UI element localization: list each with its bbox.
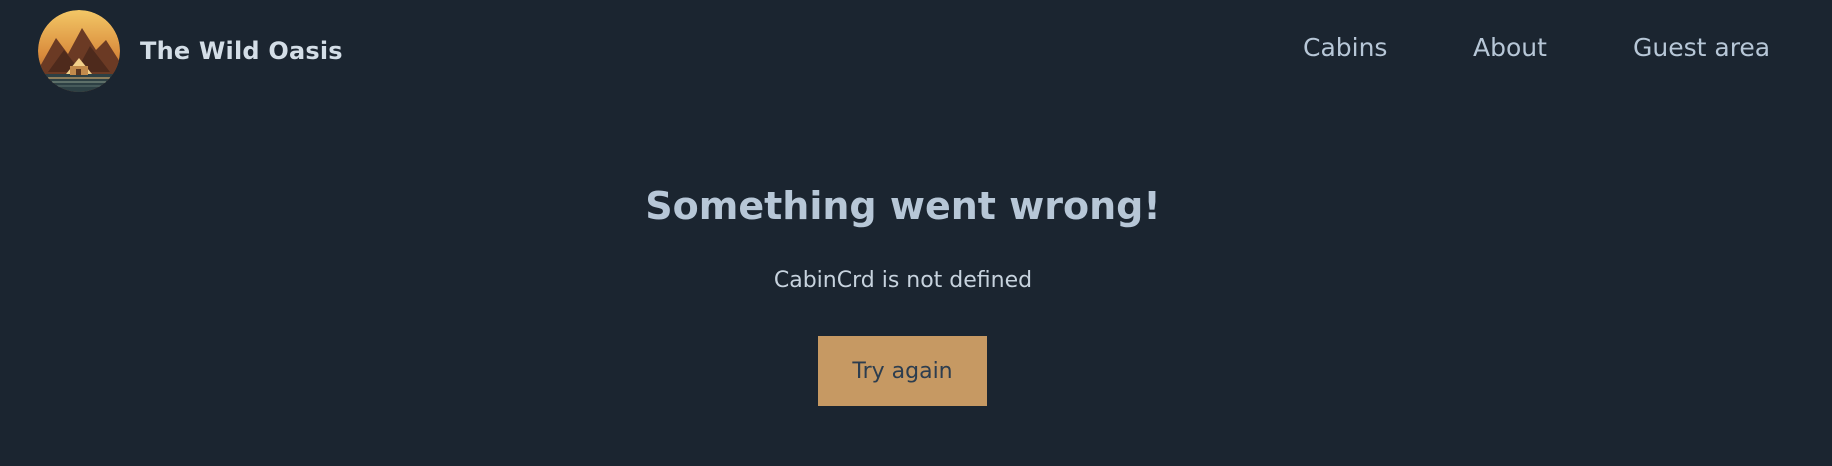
brand-home-link[interactable]: The Wild Oasis <box>38 10 343 92</box>
error-message: CabinCrd is not defined <box>773 268 1033 293</box>
site-header: The Wild Oasis Cabins About Guest area <box>0 0 1832 100</box>
nav-link-guest-area[interactable]: Guest area <box>1633 33 1770 62</box>
logo-icon <box>38 10 120 92</box>
try-again-button[interactable]: Try again <box>818 336 987 406</box>
error-title: Something went wrong! <box>645 184 1161 228</box>
nav-link-cabins[interactable]: Cabins <box>1303 33 1387 62</box>
error-panel: Something went wrong! CabinCrd is not de… <box>0 100 1832 466</box>
nav-link-about[interactable]: About <box>1473 33 1547 62</box>
brand-name: The Wild Oasis <box>140 37 343 65</box>
